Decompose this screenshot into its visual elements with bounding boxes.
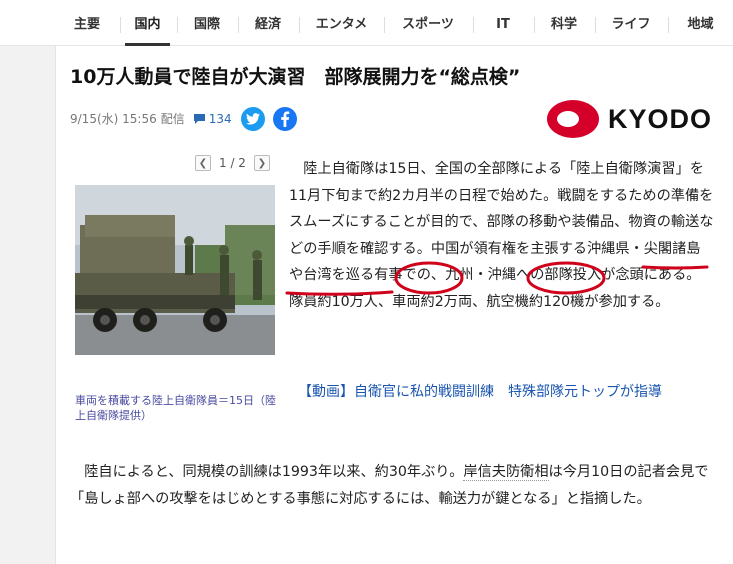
nav-tab-region[interactable]: 地域 [673,0,728,46]
nav-tab-sports[interactable]: スポーツ [389,0,467,46]
comment-link[interactable]: 134 [193,112,232,126]
paragraph-text: 陸自によると、同規模の訓練は1993年以来、約30年ぶり。 [84,464,464,480]
publish-suffix: 配信 [160,112,185,126]
top-nav: 主要 国内 国際 経済 エンタメ スポーツ IT 科学 ライフ 地域 [0,0,733,46]
article-photo[interactable] [75,185,275,355]
nav-tab-entertainment[interactable]: エンタメ [304,0,379,46]
kyodo-logo-mark [547,100,599,138]
nav-tab-life[interactable]: ライフ [600,0,662,46]
nav-divider [473,17,474,33]
article-meta: 9/15(水) 15:56 配信 134 [70,110,232,127]
nav-divider [668,17,669,33]
article-body-paragraph: 陸自によると、同規模の訓練は1993年以来、約30年ぶり。岸信夫防衛相は今月10… [70,459,718,512]
nav-tab-domestic[interactable]: 国内 [125,0,170,46]
chevron-left-icon: ❮ [198,157,208,169]
nav-tab-science[interactable]: 科学 [539,0,589,46]
photo-caption: 車両を積載する陸上自衛隊員＝15日（陸上自衛隊提供） [75,394,276,422]
nav-divider [595,17,596,33]
chevron-right-icon: ❯ [257,157,267,169]
kyodo-logo-text: KYODO [608,103,713,134]
twitter-icon [246,113,260,125]
nav-divider [177,17,178,33]
pager-next-button[interactable]: ❯ [253,155,270,171]
twitter-share-button[interactable] [241,107,265,131]
comment-count: 134 [208,111,232,126]
nav-divider [534,17,535,33]
pager-counter: 1 / 2 [219,156,246,170]
related-video-link[interactable]: 【動画】自衛官に私的戦闘訓練 特殊部隊元トップが指導 [298,381,662,401]
comment-icon [193,113,205,124]
nav-divider [238,17,239,33]
nav-tab-main[interactable]: 主要 [60,0,114,46]
nav-tab-it[interactable]: IT [478,0,528,46]
nav-divider [299,17,300,33]
minister-name-link[interactable]: 岸信夫防衛相 [463,464,549,481]
article-headline: 10万人動員で陸自が大演習 部隊展開力を“総点検” [70,66,521,88]
nav-tab-economy[interactable]: 経済 [243,0,293,46]
article-body-paragraph: 陸上自衛隊は15日、全国の全部隊による「陸上自衛隊演習」を11月下旬まで約2カ月… [289,156,714,315]
facebook-icon [281,111,290,127]
military-truck-photo [75,185,275,355]
nav-divider [120,17,121,33]
photo-pager: ❮ 1 / 2 ❯ [195,155,270,171]
kyodo-logo: KYODO [546,99,712,139]
nav-tab-international[interactable]: 国際 [182,0,232,46]
pager-prev-button[interactable]: ❮ [195,155,211,171]
nav-divider [384,17,385,33]
facebook-share-button[interactable] [273,107,297,131]
paragraph-text: 陸上自衛隊は15日、全国の全部隊による「陸上自衛隊演習」を11月下旬まで約2カ月… [289,161,714,310]
publish-date: 9/15(水) 15:56 [70,112,157,126]
